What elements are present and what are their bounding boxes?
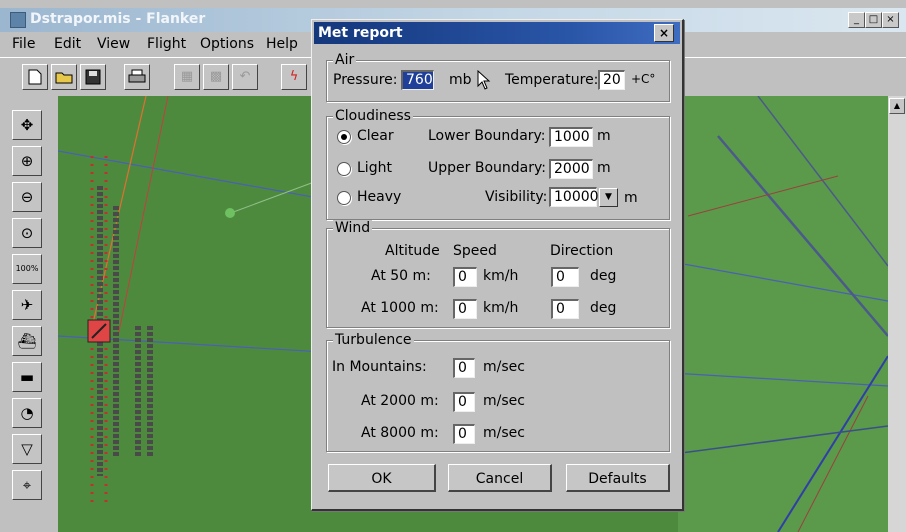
menu-view[interactable]: View <box>97 36 130 52</box>
upper-boundary-unit: m <box>597 160 611 176</box>
wind-col-altitude: Altitude <box>385 243 440 259</box>
zoom-in-icon[interactable]: ⊕ <box>12 146 42 176</box>
window-title: Dstrapor.mis - Flanker <box>30 11 206 27</box>
lower-boundary-label: Lower Boundary: <box>428 128 546 144</box>
upper-boundary-label: Upper Boundary: <box>428 160 546 176</box>
pattern-icon[interactable]: ▩ <box>203 64 229 90</box>
maximize-button[interactable]: □ <box>865 12 882 28</box>
save-icon[interactable] <box>80 64 106 90</box>
menu-options[interactable]: Options <box>200 36 254 52</box>
dialog-title: Met report <box>318 25 403 41</box>
cancel-button[interactable]: Cancel <box>448 464 552 492</box>
zoom-100-icon[interactable]: 100% <box>12 254 42 284</box>
new-icon[interactable] <box>22 64 48 90</box>
wind-legend: Wind <box>333 220 373 236</box>
met-report-dialog: Met report × Air Pressure: 760 mb Temper… <box>311 19 684 511</box>
turbulence-legend: Turbulence <box>333 332 414 348</box>
ship-icon[interactable]: ⛴ <box>12 326 42 356</box>
radar-icon[interactable]: ◔ <box>12 398 42 428</box>
turbulence-unit: m/sec <box>483 359 525 375</box>
temperature-label: Temperature: <box>505 72 599 88</box>
wind-speed-unit: km/h <box>483 300 519 316</box>
turbulence-input[interactable]: 0 <box>453 358 475 378</box>
pressure-unit: mb <box>449 72 472 88</box>
menu-flight[interactable]: Flight <box>147 36 186 52</box>
wind-row-label: At 1000 m: <box>361 300 439 316</box>
mouse-cursor-icon <box>477 70 491 90</box>
turbulence-group: Turbulence In Mountains: 0 m/sec At 2000… <box>326 332 670 452</box>
cloudiness-light-label[interactable]: Light <box>357 160 392 176</box>
visibility-unit: m <box>624 190 638 206</box>
undo-icon[interactable]: ↶ <box>232 64 258 90</box>
turbulence-row-label: At 8000 m: <box>361 425 439 441</box>
tank-icon[interactable]: ▬ <box>12 362 42 392</box>
left-toolbar: ✥ ⊕ ⊖ ⊙ 100% ✈ ⛴ ▬ ◔ ▽ ⌖ <box>0 96 58 532</box>
visibility-label: Visibility: <box>485 189 548 205</box>
turbulence-unit: m/sec <box>483 393 525 409</box>
visibility-select[interactable]: 10000 <box>549 187 599 207</box>
minimize-button[interactable]: _ <box>848 12 865 28</box>
dialog-title-bar[interactable]: Met report × <box>314 22 680 44</box>
menu-help[interactable]: Help <box>266 36 298 52</box>
upper-boundary-input[interactable]: 2000 <box>549 159 593 179</box>
close-window-button[interactable]: × <box>882 12 899 28</box>
cloudiness-heavy-label[interactable]: Heavy <box>357 189 401 205</box>
turbulence-row-label: In Mountains: <box>332 359 427 375</box>
lower-boundary-unit: m <box>597 128 611 144</box>
menu-edit[interactable]: Edit <box>54 36 81 52</box>
wind-col-direction: Direction <box>550 243 614 259</box>
waypoint-icon[interactable]: ▽ <box>12 434 42 464</box>
zoom-out-icon[interactable]: ⊖ <box>12 182 42 212</box>
lower-boundary-input[interactable]: 1000 <box>549 127 593 147</box>
wind-col-speed: Speed <box>453 243 497 259</box>
turbulence-unit: m/sec <box>483 425 525 441</box>
pressure-label: Pressure: <box>333 72 398 88</box>
ok-button[interactable]: OK <box>328 464 436 492</box>
open-icon[interactable] <box>51 64 77 90</box>
scroll-up-icon[interactable]: ▲ <box>889 98 905 114</box>
dialog-close-button[interactable]: × <box>654 24 674 42</box>
air-legend: Air <box>333 52 357 68</box>
wind-direction-input[interactable]: 0 <box>551 267 579 287</box>
aircraft-icon[interactable]: ✈ <box>12 290 42 320</box>
air-group: Air Pressure: 760 mb Temperature: 20 +C° <box>326 52 670 102</box>
cloudiness-clear-radio[interactable] <box>337 130 351 144</box>
turbulence-row-label: At 2000 m: <box>361 393 439 409</box>
wind-row-label: At 50 m: <box>371 268 431 284</box>
wind-direction-input[interactable]: 0 <box>551 299 579 319</box>
defaults-button[interactable]: Defaults <box>566 464 670 492</box>
cloudiness-group: Cloudiness Clear Light Heavy Lower Bound… <box>326 108 670 220</box>
zoom-fit-icon[interactable]: ⊙ <box>12 218 42 248</box>
temperature-unit: +C° <box>631 72 656 86</box>
turbulence-input[interactable]: 0 <box>453 392 475 412</box>
cloudiness-clear-label[interactable]: Clear <box>357 128 394 144</box>
target-icon[interactable]: ⌖ <box>12 470 42 500</box>
visibility-dropdown-icon[interactable]: ▼ <box>599 188 618 207</box>
pressure-input[interactable]: 760 <box>401 70 434 90</box>
temperature-input[interactable]: 20 <box>598 70 625 90</box>
move-icon[interactable]: ✥ <box>12 110 42 140</box>
wind-speed-unit: km/h <box>483 268 519 284</box>
print-icon[interactable] <box>124 64 150 90</box>
grid-icon[interactable]: ▦ <box>174 64 200 90</box>
wind-group: Wind Altitude Speed Direction At 50 m: 0… <box>326 220 670 328</box>
menu-file[interactable]: File <box>12 36 35 52</box>
lightning-icon[interactable]: ϟ <box>281 64 307 90</box>
turbulence-input[interactable]: 0 <box>453 424 475 444</box>
wind-direction-unit: deg <box>590 300 617 316</box>
cloudiness-legend: Cloudiness <box>333 108 413 124</box>
map-vertical-scrollbar[interactable]: ▲ <box>888 96 906 532</box>
wind-speed-input[interactable]: 0 <box>453 267 477 287</box>
wind-direction-unit: deg <box>590 268 617 284</box>
wind-speed-input[interactable]: 0 <box>453 299 477 319</box>
cloudiness-heavy-radio[interactable] <box>337 191 351 205</box>
cloudiness-light-radio[interactable] <box>337 162 351 176</box>
app-icon <box>10 12 26 28</box>
